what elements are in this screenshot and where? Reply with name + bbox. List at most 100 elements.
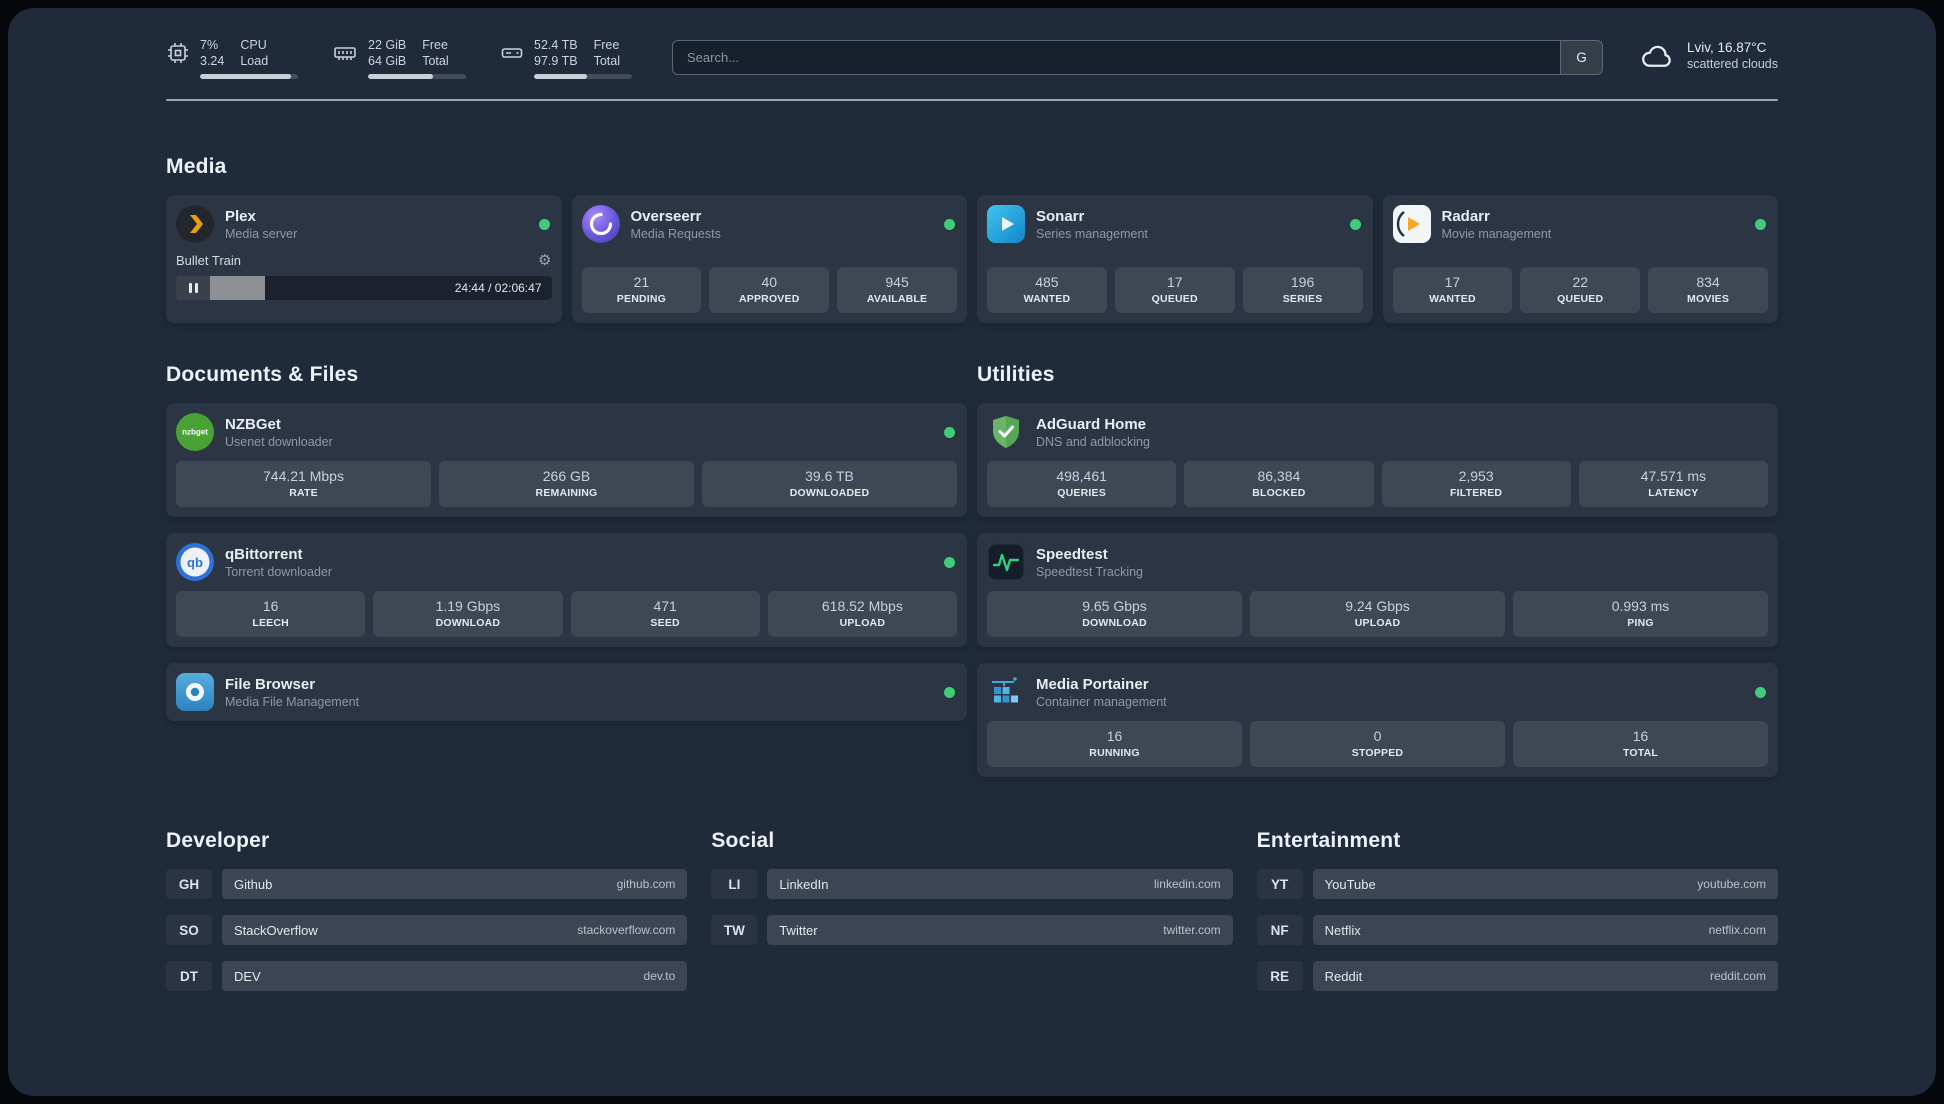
status-dot <box>1755 686 1766 698</box>
stat-tile: 471 SEED <box>570 591 760 637</box>
weather-condition: scattered clouds <box>1686 57 1778 71</box>
stat-tile: 9.24 Gbps UPLOAD <box>1250 591 1505 637</box>
section-entertainment: Entertainment YT YouTube youtube.com NF … <box>1256 829 1778 991</box>
radarr-icon <box>1392 205 1431 243</box>
bookmark-abbr: RE <box>1256 961 1303 991</box>
status-dot <box>944 686 955 698</box>
speedtest-card[interactable]: Speedtest Speedtest Tracking 9.65 Gbps D… <box>977 533 1778 647</box>
bookmark-url: dev.to <box>643 969 676 983</box>
bookmark-twitter[interactable]: TW Twitter twitter.com <box>711 915 1233 945</box>
disk-labels: Free Total <box>593 38 620 68</box>
bookmark-abbr: SO <box>166 915 212 945</box>
section-title-social: Social <box>711 829 775 852</box>
memory-values: 22 GiB 64 GiB <box>368 38 407 68</box>
sonarr-icon <box>987 205 1025 243</box>
bookmark-abbr: LI <box>711 869 758 899</box>
topbar-divider <box>166 99 1778 101</box>
bookmark-netflix[interactable]: NF Netflix netflix.com <box>1256 915 1778 945</box>
bookmark-dev[interactable]: DT DEV dev.to <box>166 961 688 991</box>
stat-tile: 834 MOVIES <box>1648 267 1768 313</box>
stat-tile: 39.6 TB DOWNLOADED <box>702 461 957 507</box>
card-subtitle: Media server <box>225 226 298 241</box>
overseerr-icon <box>581 205 620 243</box>
stat-tile: 618.52 Mbps UPLOAD <box>767 591 957 637</box>
weather-location: Lviv, 16.87°C <box>1686 40 1767 55</box>
top-bar: 7% 3.24 CPU Load 22 GiB 64 GiB Free Tota… <box>166 8 1778 79</box>
stat-tile: 17 QUEUED <box>1114 267 1235 313</box>
card-title: File Browser <box>225 675 316 693</box>
stat-tile: 16 LEECH <box>176 591 366 637</box>
plex-card[interactable]: Plex Media server Bullet Train ⚙ 24:44 /… <box>166 195 562 323</box>
disk-widget: 52.4 TB 97.9 TB Free Total <box>500 38 632 79</box>
bookmark-github[interactable]: GH Github github.com <box>166 869 688 899</box>
bookmark-name: LinkedIn <box>779 876 829 892</box>
playback-progress-fill <box>210 276 265 300</box>
playback-progress-bar[interactable]: 24:44 / 02:06:47 <box>210 276 552 300</box>
card-title: AdGuard Home <box>1036 415 1147 433</box>
bookmark-linkedin[interactable]: LI LinkedIn linkedin.com <box>711 869 1233 899</box>
overseerr-card[interactable]: Overseerr Media Requests 21 PENDING 40 A… <box>571 195 967 323</box>
sonarr-card[interactable]: Sonarr Series management 485 WANTED 17 Q… <box>977 195 1373 323</box>
bookmark-name: DEV <box>234 968 261 984</box>
stat-tile: 47.571 ms LATENCY <box>1578 461 1768 507</box>
radarr-card[interactable]: Radarr Movie management 17 WANTED 22 QUE… <box>1382 195 1778 323</box>
bookmark-abbr: YT <box>1256 869 1303 899</box>
status-dot <box>1349 218 1361 230</box>
status-dot <box>944 426 955 438</box>
bookmark-url: netflix.com <box>1708 923 1766 937</box>
section-developer: Developer GH Github github.com SO StackO… <box>166 829 688 991</box>
stat-tile: 16 RUNNING <box>987 721 1242 767</box>
section-title-media: Media <box>166 155 227 178</box>
stat-tile: 21 PENDING <box>581 267 702 313</box>
card-title: Sonarr <box>1036 207 1085 225</box>
bookmark-youtube[interactable]: YT YouTube youtube.com <box>1256 869 1778 899</box>
qbittorrent-card[interactable]: qb qBittorrent Torrent downloader 16 LEE… <box>166 533 967 647</box>
card-title: Radarr <box>1441 207 1490 225</box>
stat-tile: 86,384 BLOCKED <box>1184 461 1374 507</box>
search-input[interactable] <box>672 40 1603 75</box>
bookmark-name: StackOverflow <box>234 922 318 938</box>
playback-time: 24:44 / 02:06:47 <box>454 281 542 295</box>
pause-icon[interactable] <box>176 276 210 300</box>
stat-tile: 0.993 ms PING <box>1513 591 1768 637</box>
plex-icon <box>176 205 214 243</box>
memory-icon <box>334 47 356 60</box>
cpu-icon <box>168 43 188 63</box>
stat-tile: 485 WANTED <box>987 267 1107 313</box>
bookmark-url: twitter.com <box>1163 923 1221 937</box>
section-documents: Documents & Files nzbget NZBGet Usenet d… <box>166 363 967 721</box>
bookmark-url: github.com <box>616 877 676 891</box>
nzbget-card[interactable]: nzbget NZBGet Usenet downloader 744.21 M… <box>166 403 967 517</box>
section-title-developer: Developer <box>166 829 270 852</box>
bookmark-reddit[interactable]: RE Reddit reddit.com <box>1256 961 1778 991</box>
playback-bar: 24:44 / 02:06:47 <box>176 276 552 300</box>
disk-progress-bar <box>534 74 632 79</box>
section-media: Media Plex Media server Bullet Train ⚙ 2… <box>166 155 1778 323</box>
bookmark-abbr: NF <box>1256 915 1303 945</box>
card-title: Plex <box>225 207 256 225</box>
bookmark-name: YouTube <box>1324 876 1376 892</box>
card-subtitle: Torrent downloader <box>225 564 333 579</box>
weather-widget: Lviv, 16.87°C scattered clouds <box>1639 40 1778 71</box>
bookmark-url: reddit.com <box>1709 969 1766 983</box>
card-title: Overseerr <box>630 207 702 225</box>
bookmark-stackoverflow[interactable]: SO StackOverflow stackoverflow.com <box>166 915 688 945</box>
filebrowser-card[interactable]: File Browser Media File Management <box>166 663 967 721</box>
bookmark-url: youtube.com <box>1697 877 1766 891</box>
section-social: Social LI LinkedIn linkedin.com TW Twitt… <box>711 829 1233 945</box>
nzbget-icon: nzbget <box>176 413 214 451</box>
search-provider-button[interactable]: G <box>1559 41 1602 74</box>
settings-gear-icon[interactable]: ⚙ <box>538 251 551 269</box>
stat-tile: 17 WANTED <box>1392 267 1513 313</box>
stat-tile: 22 QUEUED <box>1520 267 1641 313</box>
status-dot <box>944 218 955 230</box>
stat-tile: 266 GB REMAINING <box>439 461 694 507</box>
memory-labels: Free Total <box>422 38 449 68</box>
memory-widget: 22 GiB 64 GiB Free Total <box>332 38 466 79</box>
portainer-card[interactable]: Media Portainer Container management 16 … <box>977 663 1778 777</box>
svg-text:qb: qb <box>187 555 203 570</box>
stat-tile: 945 AVAILABLE <box>837 267 957 313</box>
section-utilities: Utilities AdGuard Home DNS and adblockin… <box>977 363 1778 777</box>
adguard-card[interactable]: AdGuard Home DNS and adblocking 498,461 … <box>977 403 1778 517</box>
stat-tile: 1.19 Gbps DOWNLOAD <box>373 591 563 637</box>
